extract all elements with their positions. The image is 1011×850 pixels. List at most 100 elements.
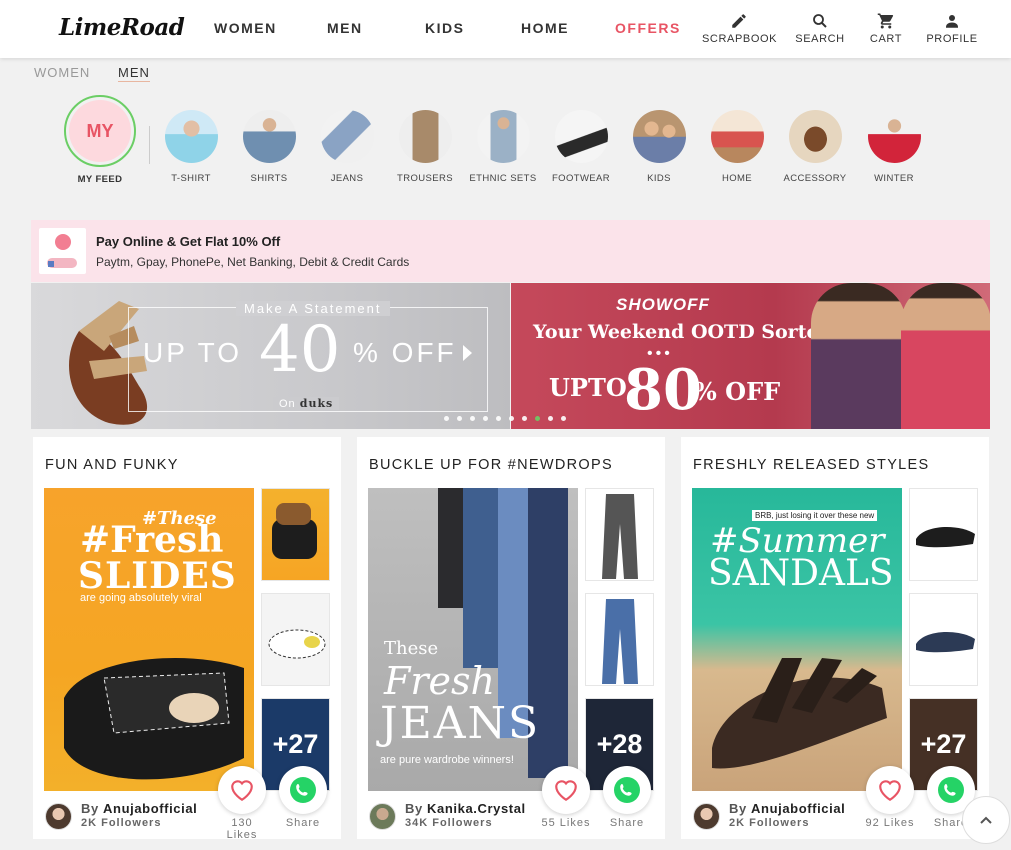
hero-right-upto: UPTO: [549, 373, 627, 402]
trousers-image: [398, 110, 452, 163]
cart-button[interactable]: CART: [866, 12, 906, 45]
card-title: FUN AND FUNKY: [45, 457, 179, 473]
ethnic-sets-image: [476, 110, 530, 163]
carousel-dot[interactable]: [444, 416, 449, 421]
category-footwear[interactable]: FOOTWEAR: [542, 110, 620, 184]
whatsapp-share-button[interactable]: [603, 766, 651, 814]
category-jeans[interactable]: JEANS: [308, 110, 386, 184]
nav-kids[interactable]: KIDS: [425, 20, 464, 36]
category-tshirt[interactable]: T-SHIRT: [152, 110, 230, 184]
carousel-dot[interactable]: [522, 416, 527, 421]
like-button[interactable]: [542, 766, 590, 814]
like-button[interactable]: [218, 766, 266, 814]
slides-image: [64, 658, 244, 780]
author-name[interactable]: Anujabofficial: [751, 801, 845, 816]
footwear-image: [554, 110, 608, 163]
payment-offer-banner[interactable]: Pay Online & Get Flat 10% Off Paytm, Gpa…: [31, 220, 990, 282]
hero-carousel[interactable]: Make A Statement UP TO 40 % OFF On duks …: [31, 283, 990, 429]
category-label: WINTER: [874, 173, 914, 184]
category-label: KIDS: [647, 173, 671, 184]
my-feed-button[interactable]: MY: [64, 95, 136, 167]
nav-offers[interactable]: OFFERS: [615, 20, 681, 36]
card-thumb-2[interactable]: [909, 593, 978, 686]
card-thumb-1[interactable]: [909, 488, 978, 581]
payment-offer-subtitle: Paytm, Gpay, PhonePe, Net Banking, Debit…: [96, 255, 410, 269]
hero-right-tagline: Your Weekend OOTD Sorted: [533, 321, 832, 343]
hero-right-value: 80: [624, 357, 702, 423]
avatar[interactable]: [369, 803, 396, 830]
whatsapp-icon: [614, 777, 640, 803]
card-thumb-2[interactable]: [585, 593, 654, 686]
payment-offer-title: Pay Online & Get Flat 10% Off: [96, 234, 281, 249]
main-image-text: JEANS: [380, 698, 541, 749]
carousel-dot[interactable]: [496, 416, 501, 421]
carousel-dot[interactable]: [470, 416, 475, 421]
carousel-dot[interactable]: [548, 416, 553, 421]
accessory-image: [788, 110, 842, 163]
card-main-image[interactable]: These Fresh JEANS are pure wardrobe winn…: [368, 488, 578, 791]
showoff-logo: SHOWOFF: [616, 295, 710, 314]
hero-banner-right[interactable]: SHOWOFF Your Weekend OOTD Sorted ••• UPT…: [511, 283, 990, 429]
category-winter[interactable]: WINTER: [855, 110, 933, 184]
search-label: SEARCH: [795, 33, 845, 45]
card-title: FRESHLY RELEASED STYLES: [693, 457, 930, 473]
scrapbook-button[interactable]: SCRAPBOOK: [702, 12, 776, 45]
heart-icon: [555, 780, 577, 802]
like-count: 92 Likes: [865, 817, 915, 829]
like-button[interactable]: [866, 766, 914, 814]
card-main-image[interactable]: #These #Fresh SLIDES are going absolutel…: [44, 488, 254, 791]
whatsapp-icon: [938, 777, 964, 803]
card-thumb-2[interactable]: [261, 593, 330, 686]
tshirt-image: [164, 110, 218, 163]
category-trousers[interactable]: TROUSERS: [386, 110, 464, 184]
chevron-up-icon: [980, 816, 992, 824]
tab-women[interactable]: WOMEN: [34, 65, 90, 80]
nav-home[interactable]: HOME: [521, 20, 569, 36]
profile-label: PROFILE: [926, 33, 978, 45]
collection-card-3: FRESHLY RELEASED STYLES BRB, just losing…: [681, 437, 989, 839]
card-thumb-1[interactable]: [585, 488, 654, 581]
category-ethnic-sets[interactable]: ETHNIC SETS: [464, 110, 542, 184]
main-image-subtext: SANDALS: [708, 553, 894, 594]
carousel-dot[interactable]: [535, 416, 540, 421]
tab-men[interactable]: MEN: [118, 65, 150, 82]
author-name[interactable]: Kanika.Crystal: [427, 801, 526, 816]
main-image-text: BRB, just losing it over these new: [752, 510, 878, 521]
my-feed-badge: MY: [69, 100, 131, 162]
category-kids[interactable]: KIDS: [620, 110, 698, 184]
author-name[interactable]: Anujabofficial: [103, 801, 197, 816]
author-line: By Anujabofficial: [81, 801, 198, 816]
scroll-to-top-button[interactable]: [962, 796, 1010, 844]
sandals-image: [712, 658, 887, 769]
carousel-dot[interactable]: [457, 416, 462, 421]
hero-left-on: On duks: [273, 397, 340, 410]
cart-icon: [866, 12, 906, 30]
carousel-dot[interactable]: [509, 416, 514, 421]
nav-men[interactable]: MEN: [327, 20, 363, 36]
jeans-image: [320, 110, 374, 163]
limeroad-logo[interactable]: LimeRoad: [59, 14, 185, 41]
avatar[interactable]: [45, 803, 72, 830]
follower-count: 2K Followers: [729, 817, 810, 829]
hero-left-upto: UP TO: [143, 337, 243, 368]
carousel-dot[interactable]: [561, 416, 566, 421]
author-line: By Kanika.Crystal: [405, 801, 526, 816]
card-main-image[interactable]: BRB, just losing it over these new #Summ…: [692, 488, 902, 791]
avatar[interactable]: [693, 803, 720, 830]
hero-banner-left[interactable]: Make A Statement UP TO 40 % OFF On duks: [31, 283, 510, 429]
category-accessory[interactable]: ACCESSORY: [776, 110, 854, 184]
category-label: SHIRTS: [250, 173, 288, 184]
nav-women[interactable]: WOMEN: [214, 20, 277, 36]
hero-right-off: % OFF: [694, 377, 781, 406]
follower-count: 2K Followers: [81, 817, 162, 829]
profile-button[interactable]: PROFILE: [924, 12, 980, 45]
card-thumb-1[interactable]: [261, 488, 330, 581]
carousel-dot[interactable]: [483, 416, 488, 421]
category-home[interactable]: HOME: [698, 110, 776, 184]
search-icon: [794, 12, 846, 30]
whatsapp-share-button[interactable]: [279, 766, 327, 814]
category-shirts[interactable]: SHIRTS: [230, 110, 308, 184]
cart-label: CART: [869, 33, 903, 45]
payment-offer-icon: [39, 228, 86, 274]
search-button[interactable]: SEARCH: [794, 12, 846, 45]
